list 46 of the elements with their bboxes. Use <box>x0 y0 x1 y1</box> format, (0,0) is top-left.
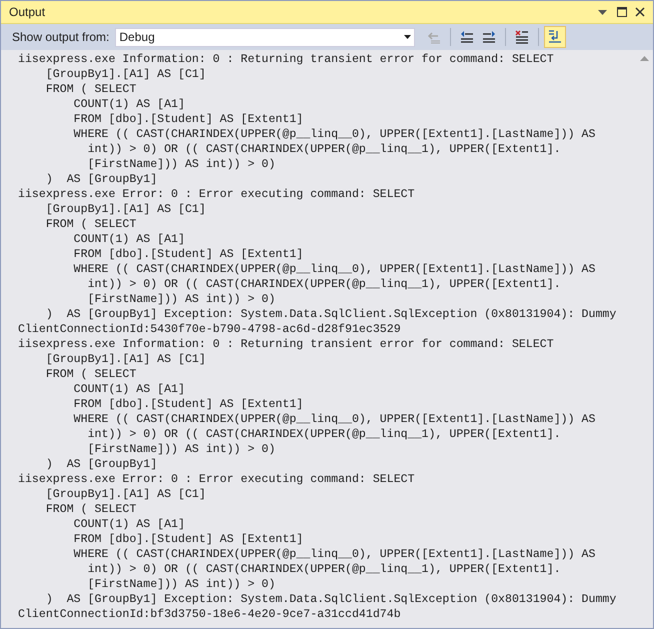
output-line: [FirstName])) AS int)) > 0) <box>86 442 276 457</box>
output-line: [GroupBy1].[A1] AS [C1] <box>44 487 206 502</box>
output-line: COUNT(1) AS [A1] <box>72 517 185 532</box>
output-line: FROM [dbo].[Student] AS [Extent1] <box>72 397 304 412</box>
output-line: ) AS [GroupBy1] Exception: System.Data.SqlClient.SqlException (0x80131904): Dummy <box>44 307 616 322</box>
output-line: FROM [dbo].[Student] AS [Extent1] <box>72 247 304 262</box>
output-line: [FirstName])) AS int)) > 0) <box>86 577 276 592</box>
maximize-icon[interactable] <box>617 7 627 17</box>
output-line: FROM ( SELECT <box>44 217 136 232</box>
dropdown-icon[interactable] <box>598 10 607 14</box>
output-line: ) AS [GroupBy1] Exception: System.Data.SqlClient.SqlException (0x80131904): Dummy <box>44 592 616 607</box>
word-wrap-icon[interactable] <box>544 26 566 48</box>
output-line: ClientConnectionId:5430f70e-b790-4798-ac6d-d28f91ec3529 <box>18 322 401 337</box>
output-line: FROM [dbo].[Student] AS [Extent1] <box>72 532 304 547</box>
output-line: COUNT(1) AS [A1] <box>72 97 185 112</box>
output-line: [GroupBy1].[A1] AS [C1] <box>44 202 206 217</box>
output-line: COUNT(1) AS [A1] <box>72 232 185 247</box>
source-label: Show output from: <box>12 29 110 46</box>
output-line: iisexpress.exe Information: 0 : Returning transient error for command: SELECT <box>18 52 554 67</box>
output-line: iisexpress.exe Error: 0 : Error executing command: SELECT <box>18 472 415 487</box>
output-line: COUNT(1) AS [A1] <box>72 382 185 397</box>
output-line: FROM ( SELECT <box>44 82 136 97</box>
output-line: int)) > 0) OR (( CAST(CHARINDEX(UPPER(@p__linq__1), UPPER([Extent1]. <box>86 427 561 442</box>
output-line: WHERE (( CAST(CHARINDEX(UPPER(@p__linq__0), UPPER([Extent1].[LastName])) AS <box>72 127 596 142</box>
output-line: int)) > 0) OR (( CAST(CHARINDEX(UPPER(@p__linq__1), UPPER([Extent1]. <box>86 142 561 157</box>
output-line: [GroupBy1].[A1] AS [C1] <box>44 352 206 367</box>
window-title: Output <box>9 4 46 21</box>
output-line: ) AS [GroupBy1] <box>44 172 158 187</box>
output-line: FROM ( SELECT <box>44 502 136 517</box>
output-line: ) AS [GroupBy1] <box>44 457 158 472</box>
output-line: WHERE (( CAST(CHARINDEX(UPPER(@p__linq__0), UPPER([Extent1].[LastName])) AS <box>72 547 596 562</box>
output-line: [GroupBy1].[A1] AS [C1] <box>44 67 206 82</box>
output-line: ClientConnectionId:bf3d3750-18e6-4e20-9ce7-a31ccd41d74b <box>18 607 401 622</box>
output-line: iisexpress.exe Error: 0 : Error executing command: SELECT <box>18 187 415 202</box>
output-line: [FirstName])) AS int)) > 0) <box>86 157 276 172</box>
output-line: int)) > 0) OR (( CAST(CHARINDEX(UPPER(@p__linq__1), UPPER([Extent1]. <box>86 562 561 577</box>
output-line: WHERE (( CAST(CHARINDEX(UPPER(@p__linq__0), UPPER([Extent1].[LastName])) AS <box>72 262 596 277</box>
caret-icon <box>404 35 412 39</box>
output-line: FROM ( SELECT <box>44 367 136 382</box>
output-line: iisexpress.exe Information: 0 : Returning transient error for command: SELECT <box>18 337 554 352</box>
source-dropdown[interactable]: Debug <box>115 28 416 46</box>
close-icon[interactable] <box>635 7 645 17</box>
output-line: [FirstName])) AS int)) > 0) <box>86 292 276 307</box>
output-line: int)) > 0) OR (( CAST(CHARINDEX(UPPER(@p__linq__1), UPPER([Extent1]. <box>86 277 561 292</box>
output-line: FROM [dbo].[Student] AS [Extent1] <box>72 112 304 127</box>
output-line: WHERE (( CAST(CHARINDEX(UPPER(@p__linq__0), UPPER([Extent1].[LastName])) AS <box>72 412 596 427</box>
